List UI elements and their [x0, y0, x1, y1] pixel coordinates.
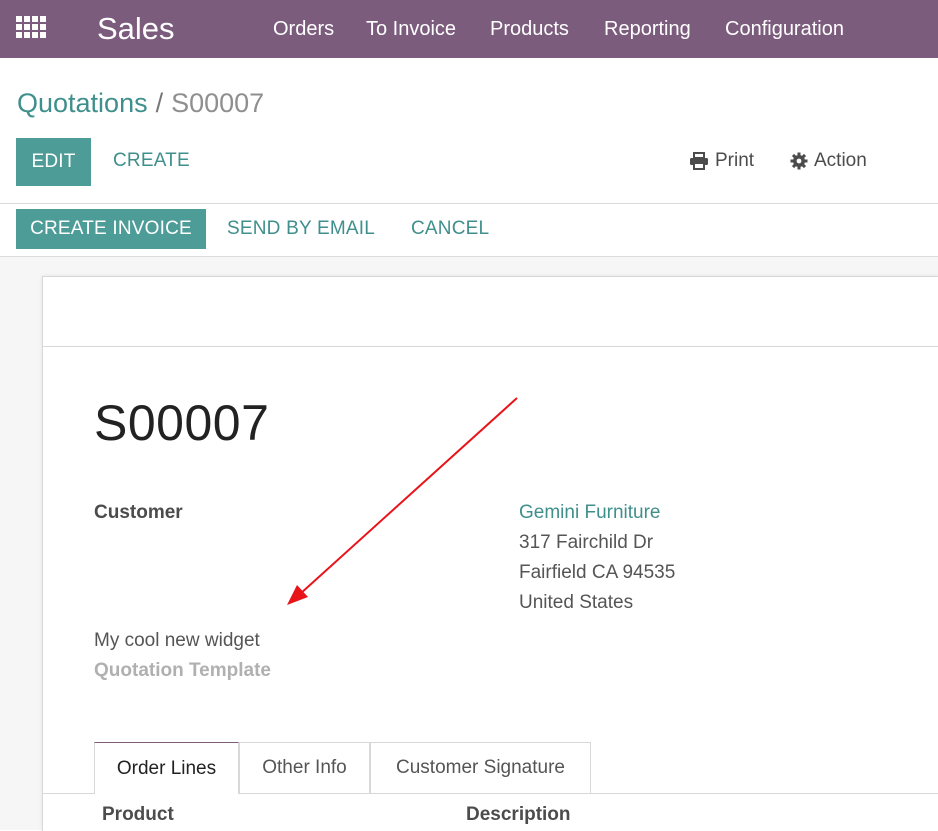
- quotation-template-label: Quotation Template: [94, 660, 271, 681]
- action-button[interactable]: Action: [790, 150, 867, 172]
- column-header-product[interactable]: Product: [102, 804, 174, 826]
- printer-icon: [690, 152, 708, 170]
- apps-grid-icon[interactable]: [16, 16, 46, 42]
- edit-button[interactable]: EDIT: [16, 138, 91, 186]
- nav-item-to-invoice[interactable]: To Invoice: [366, 18, 456, 41]
- tab-other-info[interactable]: Other Info: [239, 742, 370, 793]
- address-line: Fairfield CA 94535: [519, 562, 676, 583]
- custom-widget-text: My cool new widget: [94, 630, 260, 651]
- status-bar: CREATE INVOICE SEND BY EMAIL CANCEL: [0, 204, 938, 257]
- print-button[interactable]: Print: [689, 150, 754, 172]
- breadcrumb: Quotations / S00007: [17, 88, 264, 119]
- tab-customer-signature[interactable]: Customer Signature: [370, 742, 591, 793]
- sheet-header-divider: [43, 346, 938, 347]
- gear-icon: [790, 152, 808, 170]
- breadcrumb-current: S00007: [171, 88, 265, 118]
- breadcrumb-quotations-link[interactable]: Quotations: [17, 88, 148, 118]
- customer-label: Customer: [94, 502, 183, 523]
- breadcrumb-separator: /: [155, 88, 164, 118]
- nav-item-products[interactable]: Products: [490, 18, 569, 41]
- app-title[interactable]: Sales: [97, 11, 175, 47]
- create-invoice-button[interactable]: CREATE INVOICE: [16, 209, 206, 249]
- address-line: United States: [519, 592, 634, 613]
- nav-item-orders[interactable]: Orders: [273, 18, 334, 41]
- nav-item-configuration[interactable]: Configuration: [725, 18, 844, 41]
- form-sheet: S00007 Customer Gemini Furniture 317 Fai…: [42, 276, 938, 831]
- cancel-button[interactable]: CANCEL: [411, 218, 489, 240]
- control-panel: Quotations / S00007 EDIT CREATE Print Ac…: [0, 58, 938, 204]
- column-header-description[interactable]: Description: [466, 804, 571, 826]
- top-navbar: Sales Orders To Invoice Products Reporti…: [0, 0, 938, 58]
- print-label: Print: [715, 150, 755, 171]
- send-by-email-button[interactable]: SEND BY EMAIL: [227, 218, 375, 240]
- customer-link[interactable]: Gemini Furniture: [519, 502, 661, 524]
- address-line: 317 Fairchild Dr: [519, 532, 654, 553]
- nav-item-reporting[interactable]: Reporting: [604, 18, 691, 41]
- create-button[interactable]: CREATE: [113, 150, 190, 172]
- tab-order-lines[interactable]: Order Lines: [94, 742, 239, 794]
- action-label: Action: [814, 150, 867, 171]
- order-name: S00007: [94, 395, 270, 451]
